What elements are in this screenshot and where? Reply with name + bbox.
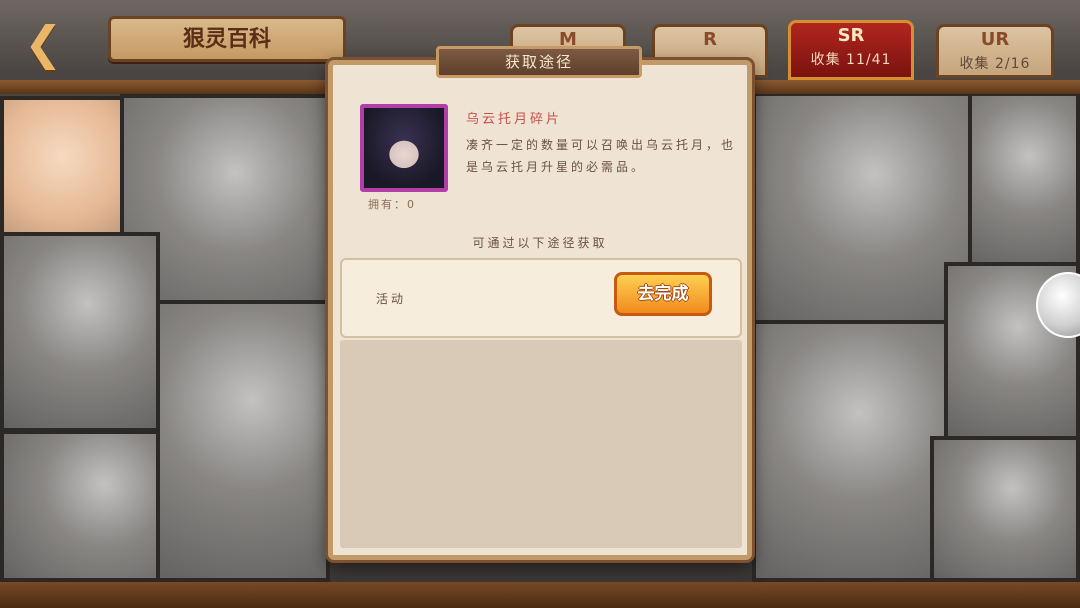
item-name: 乌云托月碎片	[466, 112, 563, 127]
panel-character-2	[0, 232, 160, 432]
tab-ur-label: UR	[980, 29, 1010, 50]
tab-ur-count: 收集 2/16	[959, 56, 1031, 72]
tab-sr-count: 收集 11/41	[810, 52, 892, 68]
bottom-bar	[0, 582, 1080, 608]
item-icon-frame	[360, 104, 448, 192]
page-title: 狠灵百科	[182, 26, 271, 52]
page-title-plaque: 狠灵百科	[108, 16, 346, 62]
back-arrow-icon[interactable]: ❮	[24, 18, 84, 68]
modal-title-plaque: 获取途径	[436, 46, 642, 78]
tab-sr-label: SR	[837, 25, 865, 46]
tab-r-label: R	[703, 29, 717, 50]
modal-title: 获取途径	[504, 53, 573, 71]
character-portrait-icon	[364, 108, 444, 188]
owned-count: 拥有：0	[368, 198, 416, 211]
panel-chibi	[0, 96, 124, 246]
tab-sr[interactable]: SR 收集 11/41	[788, 20, 914, 80]
item-description: 凑齐一定的数量可以召唤出乌云托月，也是乌云托月升星的必需品。	[466, 138, 737, 174]
tab-ur[interactable]: UR 收集 2/16	[936, 24, 1054, 78]
panel-character-7	[752, 320, 948, 582]
source-label: 活动	[376, 292, 407, 306]
panel-character-4	[156, 300, 330, 582]
panel-character-6	[968, 92, 1080, 272]
go-complete-button[interactable]: 去完成	[614, 272, 712, 316]
sources-list-empty-area	[340, 340, 742, 548]
panel-character-9	[930, 436, 1080, 582]
obtain-heading: 可通过以下途径获取	[472, 236, 608, 250]
panel-character-5	[752, 92, 974, 324]
